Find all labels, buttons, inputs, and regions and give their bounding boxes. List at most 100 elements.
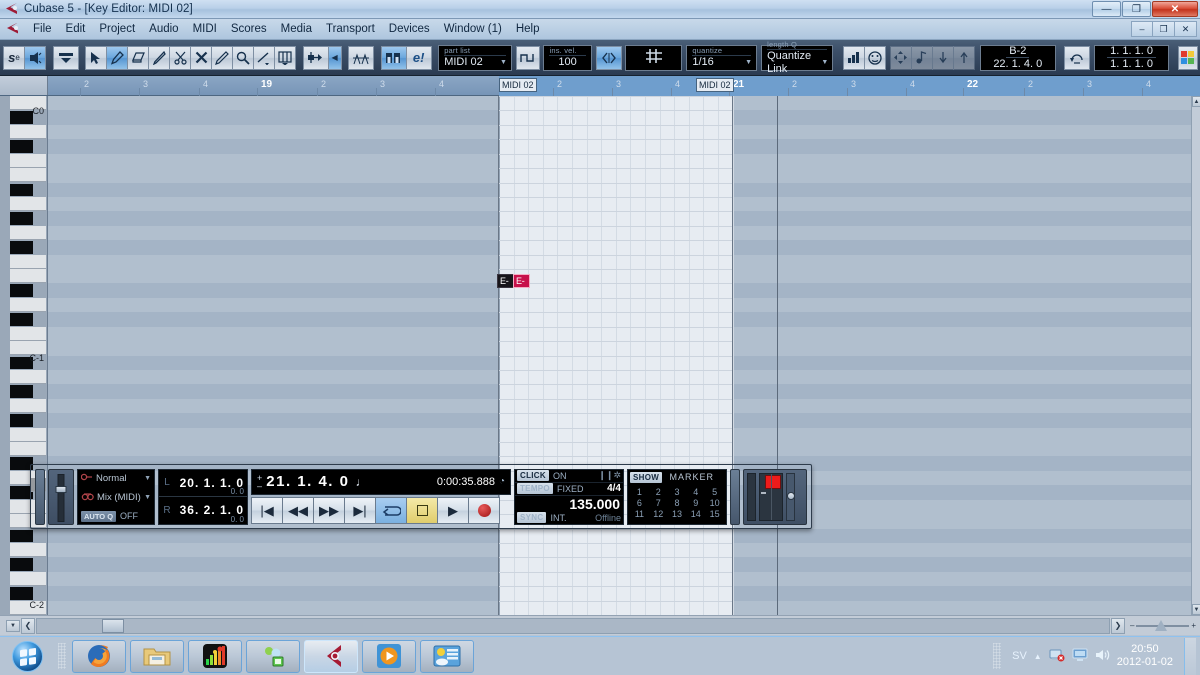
midi-note-selected[interactable]: E- <box>513 274 530 288</box>
piano-black-key[interactable] <box>10 313 33 326</box>
scroll-right-button[interactable]: ❯ <box>1111 617 1125 634</box>
taskbar-cubase[interactable] <box>304 639 358 673</box>
volume-icon[interactable] <box>1095 648 1110 665</box>
level-meter-panel[interactable] <box>743 468 807 525</box>
menu-item-help[interactable]: Help <box>509 21 547 37</box>
auto-quantize-row[interactable]: AUTO Q OFF <box>81 510 151 522</box>
inner-minimize-button[interactable]: – <box>1131 21 1153 37</box>
close-button[interactable]: ✕ <box>1152 1 1198 17</box>
marker-button[interactable]: 14 <box>686 509 705 519</box>
marker-button[interactable]: 9 <box>686 498 705 508</box>
locator-panel[interactable]: L 20. 1. 1. 0 0. 0 R 36. 2. 1. 0 0. 0 <box>158 468 248 525</box>
sync-tag[interactable]: SYNC <box>517 512 547 523</box>
project-cursor-line[interactable] <box>777 96 778 615</box>
piano-white-key[interactable] <box>10 369 46 385</box>
autoscroll-icon[interactable] <box>302 45 329 70</box>
piano-black-key[interactable] <box>10 529 33 542</box>
midi-part-region[interactable] <box>499 96 734 615</box>
keyboard-zoom-button[interactable]: ▼ <box>6 619 20 632</box>
time-warp-tool[interactable] <box>274 45 297 70</box>
ruler-cycle-range[interactable] <box>499 76 1200 96</box>
forward-button[interactable]: ▶▶ <box>313 497 345 524</box>
marker-button[interactable]: 3 <box>668 487 687 497</box>
horizontal-scroll-thumb[interactable] <box>102 618 124 633</box>
position-display[interactable]: + – 21. 1. 4. 0 ♩ 0:00:35.888 ◔ <box>251 468 511 495</box>
tray-grip[interactable] <box>993 643 1002 669</box>
menu-item-midi[interactable]: MIDI <box>186 21 224 37</box>
piano-black-key[interactable] <box>10 140 33 153</box>
menu-item-file[interactable]: File <box>26 21 59 37</box>
marker-button[interactable]: 6 <box>630 498 649 508</box>
go-to-start-button[interactable]: |◀ <box>251 497 283 524</box>
marker-button[interactable]: 5 <box>705 487 724 497</box>
taskbar-media-player[interactable] <box>362 639 416 673</box>
taskbar-messenger[interactable] <box>246 639 300 673</box>
mute-tool[interactable] <box>211 45 234 70</box>
click-tag[interactable]: CLICK <box>517 470 549 481</box>
edit-button[interactable]: e! <box>405 45 432 70</box>
marker-button[interactable]: 15 <box>705 509 724 519</box>
menu-item-media[interactable]: Media <box>274 21 319 37</box>
position-stepper[interactable]: + – <box>257 473 262 490</box>
snap-icon[interactable] <box>595 45 622 70</box>
nav-left-button[interactable]: ◀ <box>327 45 342 70</box>
left-locator-line[interactable] <box>498 96 499 615</box>
taskbar-grip[interactable] <box>58 643 66 669</box>
tray-language[interactable]: SV <box>1012 650 1027 662</box>
show-desktop-button[interactable] <box>1184 637 1196 675</box>
menu-item-scores[interactable]: Scores <box>224 21 274 37</box>
taskbar-media-app[interactable] <box>188 639 242 673</box>
zoom-in-button[interactable]: + <box>1191 621 1196 630</box>
piano-white-key[interactable] <box>10 427 46 442</box>
marker-show-button[interactable]: SHOW <box>630 471 663 483</box>
marker-panel[interactable]: SHOW MARKER 1 2 3 4 5 6 7 8 9 10 11 12 13 14 15 <box>627 468 727 525</box>
zoom-tool[interactable] <box>232 45 255 70</box>
click-row[interactable]: CLICK ON ❙❙✲ <box>515 470 623 483</box>
clip-indicator[interactable] <box>765 474 781 489</box>
note-range-display[interactable]: 1. 1. 1. 0 1. 1. 1. 0 <box>1093 44 1170 71</box>
piano-black-key[interactable] <box>10 111 33 124</box>
transport-panel[interactable]: Normal ▼ Mix (MIDI) ▼ AUTO Q OFF L 20. 1… <box>30 464 812 529</box>
taskbar-clock[interactable]: 20:50 2012-01-02 <box>1117 643 1173 669</box>
marker-grid[interactable]: 1 2 3 4 5 6 7 8 9 10 11 12 13 14 15 <box>630 484 724 523</box>
display-icon[interactable] <box>1072 648 1088 665</box>
scroll-up-button[interactable]: ▲ <box>1192 96 1200 107</box>
record-mode-row[interactable]: Normal ▼ <box>80 472 151 485</box>
color-palette-icon[interactable] <box>1177 45 1198 70</box>
tempo-tag[interactable]: TEMPO <box>517 483 553 494</box>
marker-button[interactable]: 8 <box>668 498 687 508</box>
metronome-icon[interactable]: ❙❙✲ <box>598 470 621 481</box>
scroll-down-button[interactable]: ▼ <box>1192 604 1200 615</box>
piano-black-key[interactable] <box>10 212 33 225</box>
network-error-icon[interactable] <box>1049 648 1065 665</box>
tempo-row[interactable]: TEMPO FIXED 4/4 <box>515 483 623 496</box>
piano-white-key[interactable] <box>10 326 46 342</box>
piano-white-key[interactable] <box>10 442 46 457</box>
marker-button[interactable]: 4 <box>686 487 705 497</box>
taskbar-explorer[interactable] <box>130 639 184 673</box>
nudge-move-icon[interactable] <box>889 45 912 70</box>
piano-white-key[interactable] <box>10 269 46 284</box>
transport-grip[interactable] <box>35 468 45 525</box>
marker-button[interactable]: 10 <box>705 498 724 508</box>
auto-quantize-tag[interactable]: AUTO Q <box>81 510 117 522</box>
chevron-down-icon[interactable]: ▼ <box>144 475 151 482</box>
piano-white-key[interactable] <box>10 196 46 212</box>
horizontal-scroll-row[interactable]: ▼ ❮ ❯ – + <box>0 615 1200 635</box>
piano-white-key[interactable] <box>10 225 46 241</box>
midi-meaning-icon[interactable] <box>864 45 887 70</box>
stop-button[interactable] <box>406 497 438 524</box>
marker-button[interactable]: 2 <box>649 487 668 497</box>
menu-item-project[interactable]: Project <box>92 21 142 37</box>
record-mode-panel[interactable]: Normal ▼ Mix (MIDI) ▼ AUTO Q OFF <box>77 468 155 525</box>
show-info-icon[interactable] <box>52 45 79 70</box>
click-tempo-panel[interactable]: CLICK ON ❙❙✲ TEMPO FIXED 4/4 135.000 SYN… <box>514 468 624 525</box>
marker-button[interactable]: 1 <box>630 487 649 497</box>
window-title-bar[interactable]: Cubase 5 - [Key Editor: MIDI 02] — ❐ ✕ <box>0 0 1200 19</box>
insert-velocity-field[interactable]: ins. vel. 100 <box>543 44 592 71</box>
piano-black-key[interactable] <box>10 558 33 571</box>
quantize-field[interactable]: quantize 1/16 ▼ <box>686 44 758 71</box>
horizontal-scroll-track[interactable] <box>36 617 1110 634</box>
rewind-button[interactable]: ◀◀ <box>282 497 314 524</box>
piano-black-key[interactable] <box>10 241 33 254</box>
